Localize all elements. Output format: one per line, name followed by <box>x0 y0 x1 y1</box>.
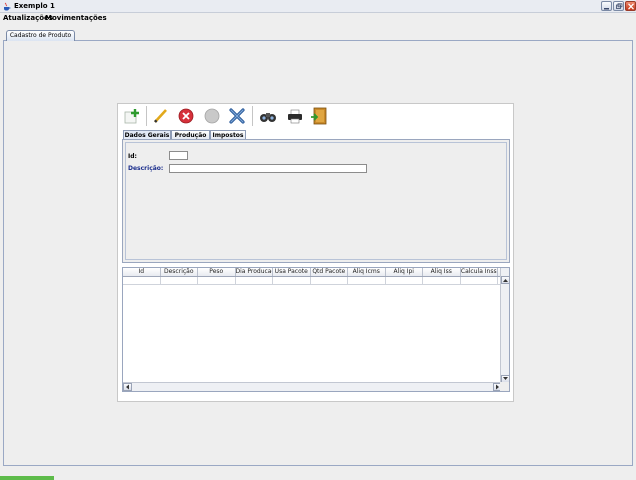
id-field[interactable] <box>169 151 188 160</box>
descricao-field[interactable] <box>169 164 367 173</box>
column-header[interactable]: Dia Producao <box>236 268 273 276</box>
edit-icon <box>154 109 167 123</box>
toolbar <box>122 104 332 128</box>
table-cell[interactable] <box>198 277 236 284</box>
table-cell[interactable] <box>423 277 461 284</box>
binoculars-search-icon <box>260 113 276 122</box>
delete-icon <box>229 108 245 124</box>
table-cell[interactable] <box>161 277 198 284</box>
table-cell[interactable] <box>123 277 161 284</box>
column-header[interactable]: Aliq Ipi <box>386 268 423 276</box>
exit-door-icon <box>311 107 327 125</box>
table-cell[interactable] <box>386 277 423 284</box>
table-header: Id Descrição Peso Dia Producao Usa Pacote Qtd… <box>123 268 502 277</box>
id-label: Id: <box>128 153 137 160</box>
column-header[interactable]: Qtd Pacote <box>311 268 348 276</box>
column-header[interactable]: Peso <box>198 268 236 276</box>
menu-movimentacoes[interactable]: Movimentações <box>45 14 107 22</box>
add-button[interactable] <box>123 107 141 125</box>
column-header[interactable]: Usa Pacote <box>273 268 311 276</box>
column-header[interactable]: Id <box>123 268 161 276</box>
minimize-icon <box>604 8 609 10</box>
cancel-button[interactable] <box>177 107 195 125</box>
table-cell[interactable] <box>461 277 498 284</box>
column-header[interactable]: Aliq Icms <box>348 268 386 276</box>
menu-bar: Atualizações Movimentações <box>0 13 636 24</box>
confirm-icon <box>204 108 220 124</box>
close-window-button[interactable] <box>625 1 636 11</box>
column-header[interactable]: Aliq Iss <box>423 268 461 276</box>
print-button[interactable] <box>286 107 304 125</box>
close-icon <box>628 3 634 10</box>
maximize-button[interactable] <box>613 1 624 11</box>
descricao-label: Descrição: <box>128 165 164 172</box>
column-header[interactable]: Descrição <box>161 268 198 276</box>
vertical-scrollbar[interactable] <box>500 268 510 383</box>
search-button[interactable] <box>259 107 277 125</box>
restore-icon <box>616 3 623 9</box>
table-cell[interactable] <box>273 277 311 284</box>
products-table: Id Descrição Peso Dia Producao Usa Pacote Qtd… <box>122 267 510 392</box>
table-cell[interactable] <box>348 277 386 284</box>
delete-button[interactable] <box>228 107 246 125</box>
window-title: Exemplo 1 <box>14 2 55 10</box>
tab-cadastro-de-produto[interactable]: Cadastro de Produto <box>6 30 75 41</box>
horizontal-scrollbar[interactable] <box>123 382 502 391</box>
title-bar: Exemplo 1 <box>0 0 636 13</box>
scroll-up-button[interactable] <box>501 276 510 284</box>
arrow-up-icon <box>503 279 508 282</box>
exit-button[interactable] <box>310 107 328 125</box>
printer-icon <box>288 109 302 124</box>
arrow-left-icon <box>126 384 129 390</box>
table-row[interactable] <box>123 277 502 285</box>
table-cell[interactable] <box>236 277 273 284</box>
status-indicator <box>0 476 54 480</box>
confirm-button[interactable] <box>203 107 221 125</box>
minimize-button[interactable] <box>601 1 612 11</box>
cancel-icon <box>178 108 194 124</box>
add-icon <box>124 109 139 124</box>
java-app-icon <box>3 2 11 11</box>
table-cell[interactable] <box>311 277 348 284</box>
scroll-left-button[interactable] <box>123 383 132 391</box>
column-header[interactable]: Calcula Inss <box>461 268 498 276</box>
edit-button[interactable] <box>152 107 170 125</box>
